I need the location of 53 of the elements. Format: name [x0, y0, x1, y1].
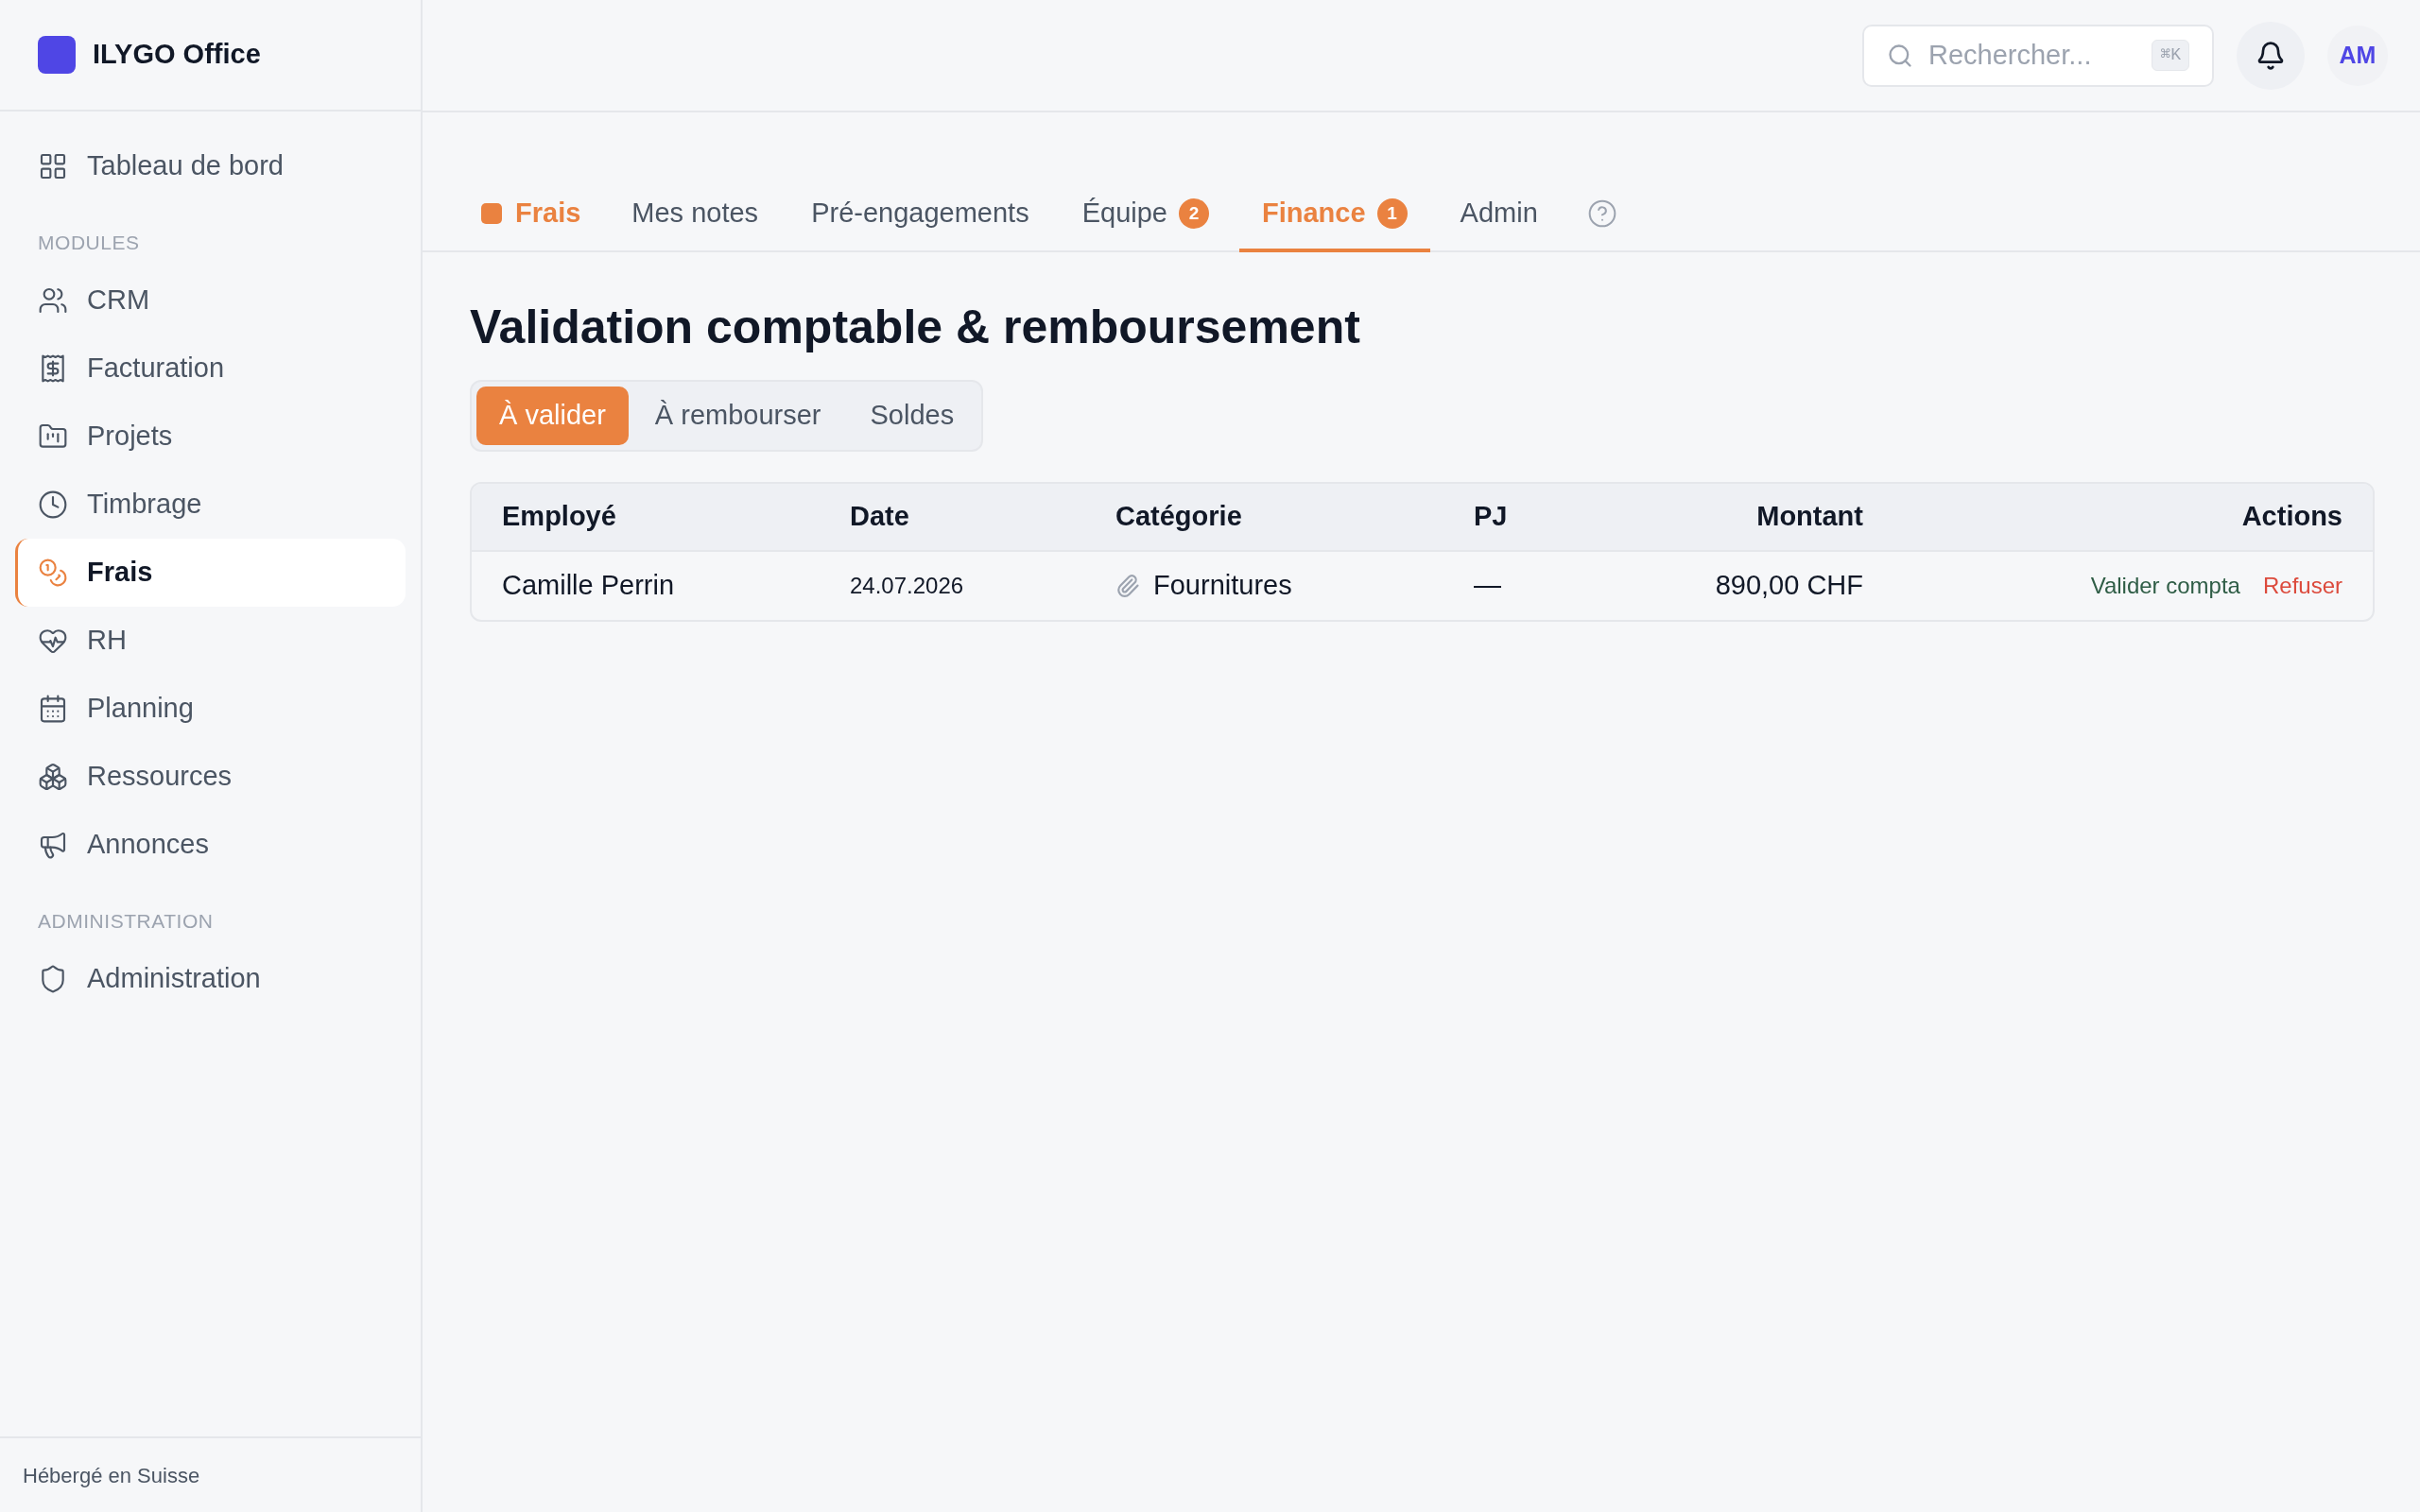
- category-cell-text: Fournitures: [1153, 568, 1292, 602]
- sidebar-item[interactable]: Projets: [15, 403, 406, 471]
- sidebar-item[interactable]: Tableau de bord: [15, 132, 406, 200]
- segment-tab[interactable]: À rembourser: [631, 386, 844, 445]
- tab[interactable]: Équipe 2: [1059, 179, 1232, 252]
- count-badge: 2: [1178, 198, 1209, 229]
- employee-cell-text: Camille Perrin: [502, 568, 676, 602]
- calendar-icon: [38, 694, 68, 724]
- tab[interactable]: Mes notes: [609, 179, 782, 252]
- shortcut-key: ⌘K: [2152, 40, 2189, 71]
- column-header: Montant: [1756, 499, 1863, 533]
- module-icon: [481, 203, 502, 224]
- sidebar-item[interactable]: Facturation: [15, 335, 406, 403]
- amount-cell-text: 890,00 CHF: [1715, 568, 1863, 602]
- column-header: Actions: [2241, 499, 2342, 533]
- logo-icon: [38, 36, 76, 74]
- reject-link[interactable]: Refuser: [2262, 568, 2342, 603]
- sidebar-item[interactable]: RH: [15, 607, 406, 675]
- sidebar-item[interactable]: Planning: [15, 675, 406, 743]
- users-icon: [38, 285, 68, 316]
- search-input[interactable]: Rechercher...: [1928, 34, 2137, 77]
- hosting-note: Hébergé en Suisse: [23, 1462, 200, 1489]
- megaphone-icon: [38, 830, 68, 860]
- boxes-icon: [38, 762, 68, 792]
- paperclip-icon: [1115, 573, 1140, 598]
- validate-link[interactable]: Valider compta: [2090, 568, 2240, 603]
- coins-icon: [38, 558, 68, 588]
- tab[interactable]: Pré-engagements: [788, 179, 1052, 252]
- date-cell-text: 24.07.2026: [850, 571, 965, 600]
- column-header: PJ: [1474, 499, 1509, 533]
- sidebar-item[interactable]: Ressources: [15, 743, 406, 811]
- bell-icon: [2256, 40, 2286, 71]
- column-header: Date: [850, 499, 910, 533]
- count-badge: 1: [1376, 198, 1408, 229]
- sidebar-item[interactable]: CRM: [15, 266, 406, 335]
- search-icon: [1887, 42, 1913, 69]
- tab[interactable]: Admin: [1437, 179, 1561, 252]
- sidebar-item[interactable]: Timbrage: [15, 471, 406, 539]
- section-heading: ADMINISTRATION: [37, 909, 215, 935]
- sidebar-item[interactable]: Administration: [15, 945, 406, 1013]
- column-header: Employé: [502, 499, 617, 533]
- sidebar-item[interactable]: Frais: [15, 539, 406, 607]
- segment-tab[interactable]: Soldes: [847, 386, 977, 445]
- clock-icon: [38, 490, 68, 520]
- page-title: Validation comptable & remboursement: [470, 300, 1361, 355]
- user-avatar[interactable]: AM: [2327, 25, 2388, 86]
- column-header: Catégorie: [1115, 499, 1243, 533]
- module-label: Frais: [515, 197, 581, 231]
- section-heading: MODULES: [37, 231, 141, 256]
- brand-name: ILYGO Office: [93, 38, 261, 72]
- attachment-cell-text: —: [1474, 568, 1502, 602]
- sidebar-item[interactable]: Annonces: [15, 811, 406, 879]
- grid-icon: [38, 151, 68, 181]
